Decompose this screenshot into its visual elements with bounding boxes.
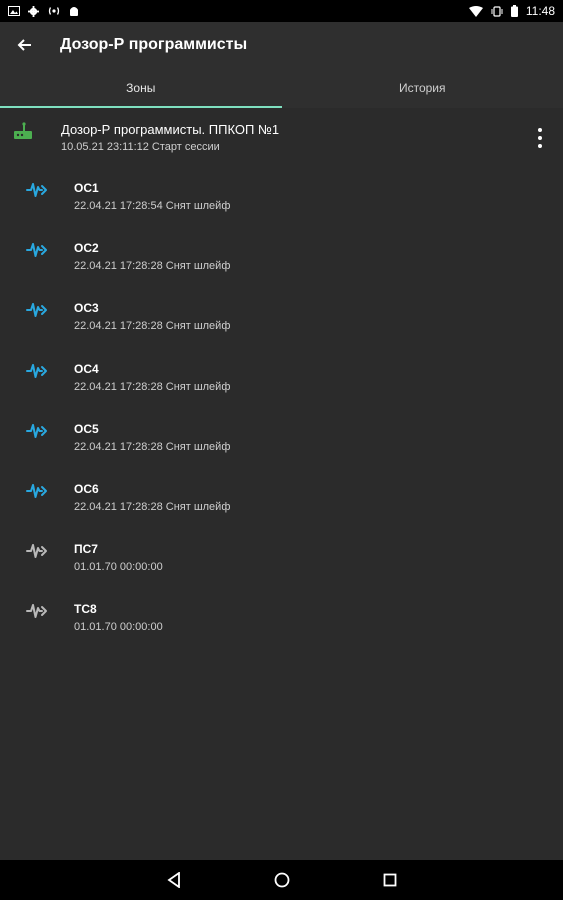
device-title: Дозор-Р программисты. ППКОП №1: [61, 122, 280, 137]
zone-pulse-icon: [26, 422, 48, 444]
zone-pulse-icon: [26, 362, 48, 384]
page-title: Дозор-Р программисты: [60, 36, 248, 53]
recents-square-icon: [383, 873, 396, 887]
tab-history[interactable]: История: [282, 68, 563, 108]
nav-back-button[interactable]: [162, 868, 186, 892]
android-icon: [69, 6, 79, 17]
tab-bar: Зоны История: [0, 68, 563, 108]
router-icon: [14, 122, 32, 144]
zone-status: 22.04.21 17:28:28 Снят шлейф: [74, 380, 231, 393]
device-subtitle: 10.05.21 23:11:12 Старт сессии: [61, 141, 220, 153]
clock: 11:48: [525, 4, 555, 18]
zone-name: ОС4: [74, 361, 99, 376]
status-bar: 11:48: [0, 0, 563, 22]
battery-icon: [510, 5, 518, 17]
tab-zones[interactable]: Зоны: [0, 68, 282, 108]
system-nav-bar: [0, 860, 563, 900]
nav-home-button[interactable]: [270, 868, 294, 892]
zone-pulse-icon: [26, 301, 48, 323]
zone-status: 22.04.21 17:28:28 Снят шлейф: [74, 260, 231, 273]
zone-pulse-icon: [26, 241, 48, 263]
zones-list: Дозор-Р программисты. ППКОП №1 10.05.21 …: [0, 108, 563, 860]
zone-item[interactable]: ОС1 22.04.21 17:28:54 Снят шлейф: [0, 181, 563, 241]
back-button[interactable]: [0, 22, 48, 68]
zone-item[interactable]: ОС2 22.04.21 17:28:28 Снят шлейф: [0, 241, 563, 301]
back-triangle-icon: [166, 872, 180, 888]
gear-icon: [28, 5, 39, 17]
zone-pulse-icon: [26, 482, 48, 504]
arrow-back-icon: [17, 39, 31, 51]
signal-icon: [47, 6, 61, 16]
app-toolbar: Дозор-Р программисты: [0, 22, 563, 68]
zone-name: ОС2: [74, 241, 99, 256]
zone-item[interactable]: ТС8 01.01.70 00:00:00: [0, 602, 563, 662]
zone-name: ОС6: [74, 482, 99, 496]
zone-status: 22.04.21 17:28:28 Снят шлейф: [74, 440, 231, 453]
zone-status: 22.04.21 17:28:28 Снят шлейф: [74, 501, 231, 513]
zone-name: ПС7: [74, 542, 98, 557]
status-bar-left: [8, 5, 79, 17]
zone-status: 01.01.70 00:00:00: [74, 621, 163, 634]
home-circle-icon: [274, 872, 289, 888]
device-header[interactable]: Дозор-Р программисты. ППКОП №1 10.05.21 …: [0, 108, 563, 160]
vibrate-icon: [491, 5, 503, 17]
zone-item[interactable]: ОС3 22.04.21 17:28:28 Снят шлейф: [0, 301, 563, 361]
zone-name: ТС8: [74, 602, 97, 617]
zone-item[interactable]: ОС6 22.04.21 17:28:28 Снят шлейф: [0, 482, 563, 542]
zone-name: ОС5: [74, 421, 99, 436]
status-bar-right: 11:48: [468, 4, 555, 18]
image-icon: [8, 6, 20, 16]
zone-name: ОС3: [74, 301, 99, 316]
more-vert-icon: [538, 128, 542, 132]
zone-pulse-icon: [26, 181, 48, 203]
zone-pulse-icon: [26, 542, 48, 564]
more-options-button[interactable]: [531, 128, 549, 148]
zone-pulse-icon: [26, 602, 48, 624]
zone-status: 01.01.70 00:00:00: [74, 561, 163, 574]
zone-item[interactable]: ОС5 22.04.21 17:28:28 Снят шлейф: [0, 422, 563, 482]
wifi-icon: [468, 5, 483, 17]
nav-recents-button[interactable]: [378, 868, 402, 892]
zone-status: 22.04.21 17:28:28 Снят шлейф: [74, 320, 231, 333]
zone-name: ОС1: [74, 181, 99, 195]
zone-item[interactable]: ПС7 01.01.70 00:00:00: [0, 542, 563, 602]
zone-item[interactable]: ОС4 22.04.21 17:28:28 Снят шлейф: [0, 362, 563, 422]
zone-status: 22.04.21 17:28:54 Снят шлейф: [74, 200, 231, 212]
